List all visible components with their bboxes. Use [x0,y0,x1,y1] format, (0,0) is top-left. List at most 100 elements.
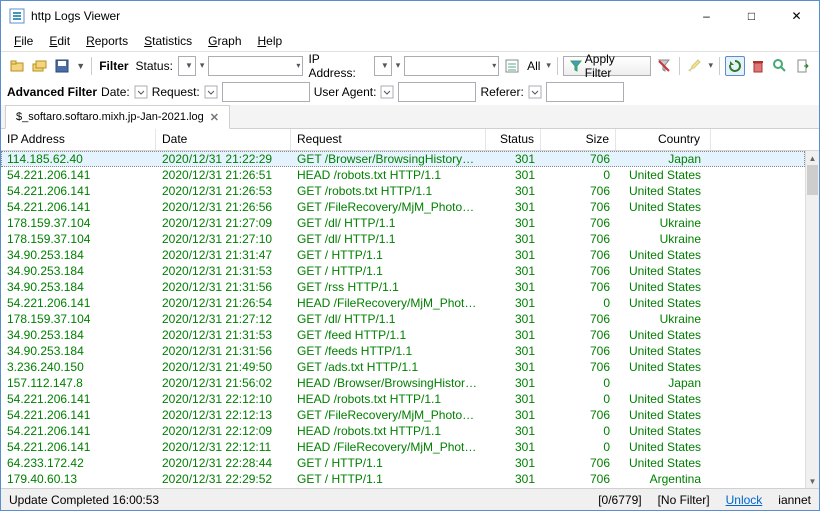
useragent-filter-input[interactable] [398,82,476,102]
cell-status: 301 [486,344,541,358]
ip-filter-label: IP Address: [306,52,370,80]
cell-date: 2020/12/31 21:31:56 [156,344,291,358]
table-row[interactable]: 54.221.206.1412020/12/31 22:12:10HEAD /r… [1,391,805,407]
dropdown-icon[interactable] [134,85,148,99]
scroll-thumb[interactable] [807,165,818,195]
tab-close-icon[interactable]: ✕ [210,111,219,124]
lookup-icon[interactable] [771,56,791,76]
col-country[interactable]: Country [616,129,711,150]
table-row[interactable]: 54.221.206.1412020/12/31 21:26:54HEAD /F… [1,295,805,311]
table-row[interactable]: 34.90.253.1842020/12/31 21:31:53GET / HT… [1,263,805,279]
grid-header: IP Address Date Request Status Size Coun… [1,129,819,151]
table-row[interactable]: 157.112.147.82020/12/31 21:56:02HEAD /Br… [1,375,805,391]
open-multi-icon[interactable] [30,56,50,76]
dropdown-icon[interactable] [204,85,218,99]
table-row[interactable]: 178.159.37.1042020/12/31 21:27:12GET /dl… [1,311,805,327]
cell-size: 706 [541,472,616,486]
dropdown-chevron-icon[interactable]: ▼ [75,61,86,71]
menu-help[interactable]: Help [251,32,290,50]
status-combo[interactable]: ▼ [178,56,196,76]
status-count: [0/6779] [590,493,649,507]
dropdown-chevron-icon[interactable]: ▾ [545,60,552,71]
table-row[interactable]: 3.236.240.1502020/12/31 21:49:50GET /ads… [1,359,805,375]
request-filter-input[interactable] [222,82,310,102]
table-row[interactable]: 34.90.253.1842020/12/31 21:31:56GET /rss… [1,279,805,295]
col-size[interactable]: Size [541,129,616,150]
table-row[interactable]: 114.185.62.402020/12/31 21:22:29GET /Bro… [1,151,805,167]
dropdown-icon[interactable] [380,85,394,99]
cell-size: 706 [541,200,616,214]
menu-statistics[interactable]: Statistics [137,32,199,50]
cell-status: 301 [486,280,541,294]
menu-graph[interactable]: Graph [201,32,248,50]
referer-filter-input[interactable] [546,82,624,102]
cell-ip: 34.90.253.184 [1,248,156,262]
cell-country: United States [616,360,711,374]
cell-req: GET /Browser/BrowsingHistoryView.html HT… [291,152,486,166]
highlight-icon[interactable] [685,56,705,76]
menu-reports[interactable]: Reports [79,32,135,50]
delete-icon[interactable] [748,56,768,76]
status-unlock-link[interactable]: Unlock [718,493,771,507]
table-row[interactable]: 34.90.253.1842020/12/31 21:31:53GET /fee… [1,327,805,343]
open-icon[interactable] [7,56,27,76]
table-row[interactable]: 34.90.253.1842020/12/31 21:31:56GET /fee… [1,343,805,359]
cell-req: GET /dl/ HTTP/1.1 [291,216,486,230]
titlebar: http Logs Viewer – □ ✕ [1,1,819,31]
cell-date: 2020/12/31 21:26:56 [156,200,291,214]
status-filter-label: Status: [134,59,175,73]
scroll-up-icon[interactable]: ▲ [806,151,819,165]
table-row[interactable]: 54.221.206.1412020/12/31 22:12:09HEAD /r… [1,423,805,439]
cell-status: 301 [486,232,541,246]
ip-value-combo[interactable]: ▾ [404,56,499,76]
cell-req: GET /FileRecovery/MjM_Photo_Recovery.htm… [291,200,486,214]
cell-date: 2020/12/31 22:29:52 [156,472,291,486]
table-row[interactable]: 54.221.206.1412020/12/31 21:26:53GET /ro… [1,183,805,199]
tab-logfile[interactable]: $_softaro.softaro.mixh.jp-Jan-2021.log ✕ [5,105,230,129]
col-status[interactable]: Status [486,129,541,150]
cell-status: 301 [486,248,541,262]
dropdown-chevron-icon[interactable]: ▾ [707,60,714,71]
col-ip[interactable]: IP Address [1,129,156,150]
menu-file[interactable]: File [7,32,40,50]
table-row[interactable]: 178.159.37.1042020/12/31 21:27:09GET /dl… [1,215,805,231]
refresh-icon[interactable] [725,56,745,76]
close-button[interactable]: ✕ [774,1,819,31]
cell-ip: 157.112.147.8 [1,376,156,390]
cell-size: 706 [541,312,616,326]
table-row[interactable]: 34.91.62.1402020/12/31 22:31:14GET / HTT… [1,487,805,488]
export-icon[interactable] [793,56,813,76]
maximize-button[interactable]: □ [729,1,774,31]
table-row[interactable]: 34.90.253.1842020/12/31 21:31:47GET / HT… [1,247,805,263]
status-value-combo[interactable]: ▾ [208,56,303,76]
table-row[interactable]: 54.221.206.1412020/12/31 21:26:51HEAD /r… [1,167,805,183]
table-row[interactable]: 54.221.206.1412020/12/31 22:12:11HEAD /F… [1,439,805,455]
all-label[interactable]: All [525,59,542,73]
grid-body[interactable]: 114.185.62.402020/12/31 21:22:29GET /Bro… [1,151,805,488]
col-date[interactable]: Date [156,129,291,150]
cell-status: 301 [486,152,541,166]
table-row[interactable]: 54.221.206.1412020/12/31 21:26:56GET /Fi… [1,199,805,215]
table-row[interactable]: 54.221.206.1412020/12/31 22:12:13GET /Fi… [1,407,805,423]
apply-filter-button[interactable]: Apply Filter [563,56,651,76]
menu-edit[interactable]: Edit [42,32,77,50]
tabstrip: $_softaro.softaro.mixh.jp-Jan-2021.log ✕ [1,105,819,129]
dropdown-icon[interactable] [528,85,542,99]
table-row[interactable]: 179.40.60.132020/12/31 22:29:52GET / HTT… [1,471,805,487]
table-row[interactable]: 178.159.37.1042020/12/31 21:27:10GET /dl… [1,231,805,247]
cell-size: 706 [541,248,616,262]
minimize-button[interactable]: – [684,1,729,31]
clear-filter-icon[interactable] [654,56,674,76]
ip-combo[interactable]: ▼ [374,56,392,76]
col-request[interactable]: Request [291,129,486,150]
cell-country: United States [616,200,711,214]
scroll-down-icon[interactable]: ▼ [806,474,819,488]
cell-status: 301 [486,408,541,422]
dropdown-chevron-icon[interactable]: ▾ [199,60,206,71]
vertical-scrollbar[interactable]: ▲ ▼ [805,151,819,488]
save-icon[interactable] [53,56,73,76]
table-row[interactable]: 64.233.172.422020/12/31 22:28:44GET / HT… [1,455,805,471]
cell-country: United States [616,408,711,422]
dropdown-chevron-icon[interactable]: ▾ [395,60,402,71]
checklist-icon[interactable] [502,56,522,76]
